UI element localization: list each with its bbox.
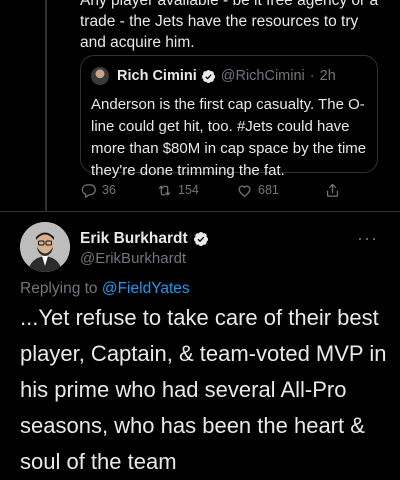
more-icon[interactable]: ···: [357, 228, 378, 249]
quoted-author-avatar[interactable]: [91, 67, 109, 85]
replying-to-line: Replying to @FieldYates: [20, 280, 190, 298]
reply-icon: [81, 183, 96, 198]
tweet-text: ...Yet refuse to take care of their best…: [20, 305, 387, 474]
reply-count: 36: [102, 183, 116, 197]
quoted-time-separator: ·: [309, 68, 315, 84]
share-icon: [326, 183, 339, 197]
author-avatar[interactable]: [20, 222, 70, 272]
quoted-tweet-body: Anderson is the first cap casualty. The …: [91, 94, 367, 182]
reply-button[interactable]: 36: [80, 182, 156, 199]
author-name[interactable]: Erik Burkhardt: [80, 230, 188, 248]
author-avatar-illustration: [20, 222, 70, 272]
tweet-action-bar: 36 154 681: [80, 180, 380, 200]
retweet-count: 154: [178, 183, 199, 197]
verified-badge-icon: [193, 232, 208, 247]
thread-connector-line: [45, 0, 47, 212]
like-icon: [238, 185, 251, 197]
previous-tweet-text: Any player available - be it free agency…: [80, 0, 379, 51]
quoted-author-handle[interactable]: @RichCimini: [221, 68, 305, 84]
quoted-tweet-header: Rich Cimini @RichCimini · 2h: [91, 66, 336, 86]
verified-badge-icon: [201, 69, 215, 83]
share-button[interactable]: [324, 182, 346, 199]
tweet-divider: [0, 211, 400, 212]
quoted-tweet-card[interactable]: Rich Cimini @RichCimini · 2h Anderson is…: [80, 55, 378, 179]
quoted-hashtag[interactable]: #Jets: [237, 118, 273, 135]
quoted-tweet-time[interactable]: 2h: [320, 68, 336, 84]
like-count: 681: [258, 183, 279, 197]
retweet-button[interactable]: 154: [156, 182, 236, 199]
replying-to-prefix: Replying to: [20, 280, 102, 297]
replying-to-link[interactable]: @FieldYates: [102, 280, 190, 297]
like-button[interactable]: 681: [236, 182, 324, 199]
quoted-author-name[interactable]: Rich Cimini: [117, 68, 197, 84]
retweet-icon: [158, 185, 171, 195]
author-handle[interactable]: @ErikBurkhardt: [80, 250, 186, 267]
author-name-row: Erik Burkhardt: [80, 230, 209, 248]
